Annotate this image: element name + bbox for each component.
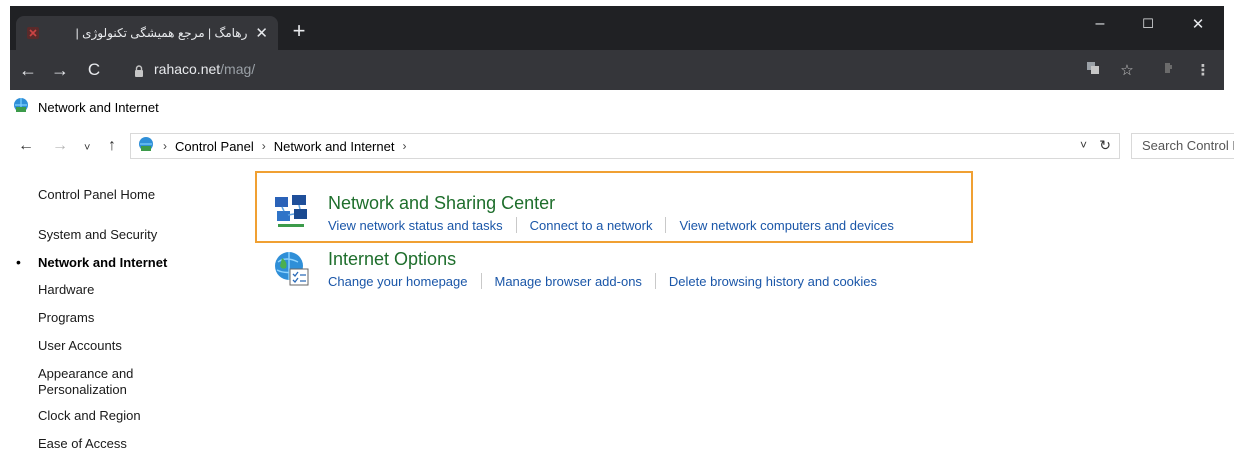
up-arrow-icon[interactable]: ↑ [108,136,116,156]
network-internet-icon [12,96,30,119]
sidebar-item-control-panel-home[interactable]: Control Panel Home [38,187,155,203]
link-view-network-status[interactable]: View network status and tasks [328,218,503,233]
category-links: Change your homepage Manage browser add-… [328,273,877,289]
explorer-forward-icon[interactable]: → [52,136,68,156]
tab-title: رهامگ | مرجع همیشگی تکنولوژی | [75,26,248,40]
lock-icon [134,64,144,82]
url-path: /mag/ [220,61,256,77]
breadcrumb-separator[interactable]: › [262,139,266,153]
menu-kebab-icon[interactable]: ⋮ [1192,60,1214,82]
back-arrow-icon[interactable]: ← [16,58,40,82]
link-change-homepage[interactable]: Change your homepage [328,274,468,289]
sidebar-item-programs[interactable]: Programs [38,310,94,326]
active-bullet: • [16,254,21,270]
recent-locations-chevron-icon[interactable]: ˅ [84,138,90,158]
sidebar-item-ease-of-access[interactable]: Ease of Access [38,436,127,452]
sidebar-item-system-security[interactable]: System and Security [38,227,157,243]
breadcrumb-control-panel[interactable]: Control Panel [175,139,254,154]
browser-chrome: رهامگ | مرجع همیشگی تکنولوژی | ✕ + – ☐ ✕… [10,6,1224,90]
sidebar-item-user-accounts[interactable]: User Accounts [38,338,122,354]
sidebar-item-clock-region[interactable]: Clock and Region [38,408,141,424]
explorer-address-bar[interactable]: › Control Panel › Network and Internet ›… [130,133,1120,159]
explorer-back-icon[interactable]: ← [18,136,34,156]
window-title-bar: Network and Internet [12,96,159,119]
link-connect-to-network[interactable]: Connect to a network [530,218,653,233]
window-title: Network and Internet [38,100,159,115]
forward-arrow-icon[interactable]: → [48,58,72,82]
category-title[interactable]: Network and Sharing Center [328,193,555,214]
browser-tab[interactable]: رهامگ | مرجع همیشگی تکنولوژی | ✕ [16,16,278,50]
link-divider [515,217,517,233]
link-divider [665,217,667,233]
search-input[interactable]: Search Control Panel [1131,133,1234,159]
control-panel-icon [137,135,155,158]
sidebar-item-hardware[interactable]: Hardware [38,282,94,298]
explorer-address-row: ← → ˅ ↑ › Control Panel › Network and In… [0,130,1234,164]
breadcrumb-separator[interactable]: › [163,139,167,153]
sidebar-item-network-internet[interactable]: Network and Internet [38,255,167,271]
site-favicon-icon [26,26,40,40]
link-divider [654,273,656,289]
browser-toolbar: ← → C rahaco.net/mag/ ☆ ⋮ [10,50,1224,90]
breadcrumb-network-and-internet[interactable]: Network and Internet [274,139,395,154]
translate-icon[interactable] [1082,60,1104,82]
maximize-button[interactable]: ☐ [1128,10,1168,38]
minimize-button[interactable]: – [1080,10,1120,38]
address-bar[interactable]: rahaco.net/mag/ [154,61,255,77]
link-divider [480,273,482,289]
network-sharing-icon [272,193,312,233]
close-window-button[interactable]: ✕ [1178,10,1218,38]
extension-icon[interactable] [1158,60,1180,82]
new-tab-button[interactable]: + [286,19,312,45]
bookmark-star-icon[interactable]: ☆ [1116,60,1138,82]
refresh-icon[interactable]: ↻ [1099,137,1111,154]
link-view-network-computers[interactable]: View network computers and devices [679,218,893,233]
address-dropdown-icon[interactable]: ˅ [1080,138,1087,152]
sidebar-item-appearance[interactable]: Appearance and Personalization [38,366,133,398]
link-delete-browsing-history[interactable]: Delete browsing history and cookies [669,274,877,289]
internet-options-icon [272,249,312,289]
tab-close-icon[interactable]: ✕ [255,24,268,42]
reload-icon[interactable]: C [82,58,106,82]
breadcrumb-separator[interactable]: › [402,139,406,153]
category-title[interactable]: Internet Options [328,249,456,270]
url-domain: rahaco.net [154,61,221,77]
category-links: View network status and tasks Connect to… [328,217,894,233]
link-manage-add-ons[interactable]: Manage browser add-ons [495,274,642,289]
